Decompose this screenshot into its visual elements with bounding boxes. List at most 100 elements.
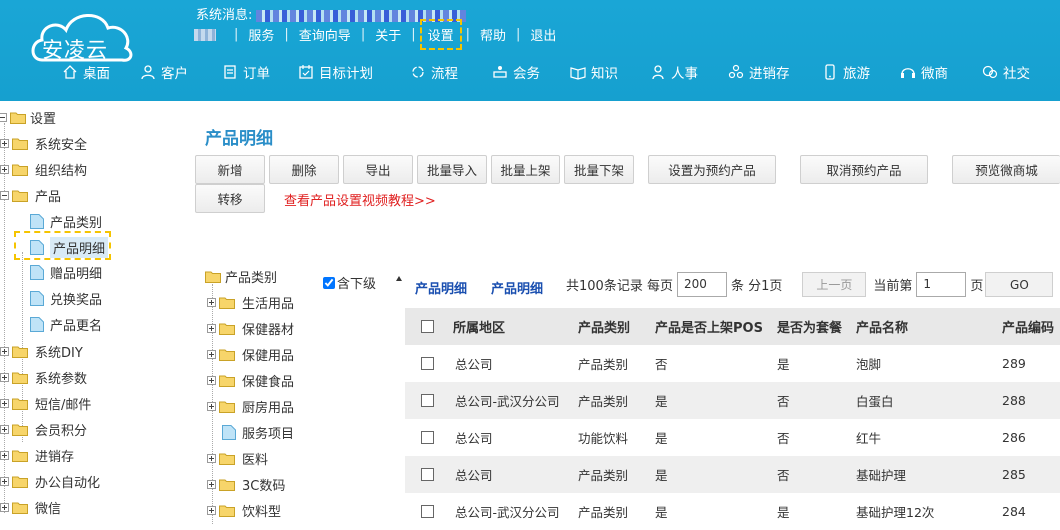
tree-item-system-security[interactable]: 系统安全	[0, 134, 87, 153]
table-row[interactable]: 总公司 功能饮料 是 否 红牛 286	[405, 419, 1060, 456]
table-row[interactable]: 总公司-武汉分公司 产品类别 是 是 基础护理12次 284	[405, 493, 1060, 530]
table-row[interactable]: 总公司 产品类别 是 否 基础护理 285	[405, 456, 1060, 493]
delete-button[interactable]: 删除	[269, 155, 339, 184]
nav-travel[interactable]: 旅游	[822, 62, 870, 82]
nav-target-plan[interactable]: 目标计划	[298, 62, 373, 82]
tree-item-system-diy[interactable]: 系统DIY	[0, 342, 83, 361]
cancel-reservation-button[interactable]: 取消预约产品	[800, 155, 928, 184]
tree-label: 短信/邮件	[35, 398, 92, 413]
pager-pages-text: 条 分1页	[730, 279, 783, 294]
nav-customer[interactable]: 客户	[140, 62, 188, 82]
category-root[interactable]: 产品类别	[205, 267, 277, 286]
crumb-product-detail-2[interactable]: 产品明细	[491, 278, 543, 297]
cell-is-package: 是	[777, 357, 790, 372]
tree-root-settings[interactable]: 设置	[0, 108, 56, 127]
tree-item-redeem-prize[interactable]: 兑换奖品	[30, 289, 102, 308]
row-checkbox[interactable]	[421, 468, 434, 481]
row-checkbox[interactable]	[421, 394, 434, 407]
column-header[interactable]: 是否为套餐	[777, 317, 842, 336]
go-button[interactable]: GO	[985, 272, 1054, 297]
folder-icon	[12, 449, 28, 462]
column-header[interactable]: 产品编码	[1002, 317, 1054, 336]
link-logout[interactable]: 退出	[530, 25, 556, 44]
export-button[interactable]: 导出	[343, 155, 413, 184]
page-number-input[interactable]: 1	[916, 272, 967, 297]
cell-product-code: 284	[1002, 504, 1026, 519]
nav-knowledge[interactable]: 知识	[570, 62, 618, 82]
tree-label: 产品类别	[50, 216, 103, 231]
tree-item-system-params[interactable]: 系统参数	[0, 368, 87, 387]
table-header: 所属地区 产品类别 产品是否上架POS 是否为套餐 产品名称 产品编码	[405, 308, 1060, 345]
link-service[interactable]: 服务	[248, 25, 274, 44]
preview-shop-button[interactable]: 预览微商城	[952, 155, 1060, 184]
tree-label: 3C数码	[242, 479, 286, 494]
link-about[interactable]: 关于	[375, 25, 401, 44]
tree-item-product[interactable]: 产品	[0, 186, 61, 205]
tree-label: 兑换奖品	[50, 293, 103, 308]
link-query-wizard[interactable]: 查询向导	[299, 25, 351, 44]
nav-desktop[interactable]: 桌面	[62, 62, 110, 82]
category-item-beverage[interactable]: 饮料型	[207, 501, 281, 520]
crumb-product-detail-1[interactable]: 产品明细	[415, 278, 467, 297]
nav-inventory[interactable]: 进销存	[728, 62, 790, 82]
column-header[interactable]: 产品名称	[856, 317, 908, 336]
per-page-input[interactable]: 200	[676, 272, 727, 297]
transfer-button[interactable]: 转移	[195, 184, 265, 213]
category-item-kitchen[interactable]: 厨房用品	[207, 397, 294, 416]
collapse-icon	[0, 191, 9, 200]
nav-order[interactable]: 订单	[222, 62, 270, 82]
category-item-services[interactable]: 服务项目	[222, 423, 294, 442]
row-checkbox[interactable]	[421, 357, 434, 370]
row-checkbox[interactable]	[421, 505, 434, 518]
category-item-medical[interactable]: 医料	[207, 449, 268, 468]
cell-on-pos: 是	[655, 394, 668, 409]
tree-item-wechat[interactable]: 微信	[0, 498, 61, 517]
link-help[interactable]: 帮助	[480, 25, 506, 44]
pager-total-text: 共100条记录 每页	[566, 279, 673, 294]
table-row[interactable]: 总公司 产品类别 否 是 泡脚 289	[405, 345, 1060, 382]
tree-item-gift-detail[interactable]: 赠品明细	[30, 263, 102, 282]
tree-item-product-category[interactable]: 产品类别	[30, 212, 102, 231]
expand-icon	[0, 451, 9, 460]
row-checkbox[interactable]	[421, 431, 434, 444]
add-button[interactable]: 新增	[195, 155, 265, 184]
column-header[interactable]: 所属地区	[453, 317, 505, 336]
cell-region: 总公司-武汉分公司	[455, 394, 560, 409]
link-settings[interactable]: 设置	[419, 19, 462, 50]
batch-off-shelf-button[interactable]: 批量下架	[564, 155, 634, 184]
nav-wechat-shop[interactable]: 微商	[900, 62, 948, 82]
cell-product-name: 白蛋白	[856, 394, 894, 409]
tree-item-sms-mail[interactable]: 短信/邮件	[0, 394, 91, 413]
include-subcategory-checkbox[interactable]: 含下级	[323, 273, 376, 292]
tree-item-product-rename[interactable]: 产品更名	[30, 315, 102, 334]
category-item-3c-digital[interactable]: 3C数码	[207, 475, 285, 494]
category-item-daily-goods[interactable]: 生活用品	[207, 293, 294, 312]
set-reservation-button[interactable]: 设置为预约产品	[648, 155, 776, 184]
column-header[interactable]: 产品是否上架POS	[655, 317, 763, 336]
include-subcategory-input[interactable]	[323, 276, 335, 289]
select-all-checkbox[interactable]	[421, 320, 434, 333]
category-item-health-food[interactable]: 保健食品	[207, 371, 294, 390]
batch-on-shelf-button[interactable]: 批量上架	[491, 155, 560, 184]
top-links: | 服务 | 查询向导 | 关于 | 设置 | 帮助 | 退出	[190, 19, 556, 50]
nav-social[interactable]: 社交	[982, 62, 1030, 82]
category-item-health-equipment[interactable]: 保健器材	[207, 319, 294, 338]
table-row[interactable]: 总公司-武汉分公司 产品类别 是 否 白蛋白 288	[405, 382, 1060, 419]
column-header[interactable]: 产品类别	[578, 317, 630, 336]
category-item-health-supplies[interactable]: 保健用品	[207, 345, 294, 364]
target-plan-icon	[298, 64, 314, 80]
tree-item-office-automation[interactable]: 办公自动化	[0, 472, 100, 491]
nav-meeting[interactable]: 会务	[492, 62, 540, 82]
folder-icon	[12, 371, 28, 384]
tree-item-inventory[interactable]: 进销存	[0, 446, 74, 465]
prev-page-button[interactable]: 上一页	[802, 272, 867, 297]
tree-item-member-points[interactable]: 会员积分	[0, 420, 87, 439]
tree-item-org-structure[interactable]: 组织结构	[0, 160, 87, 179]
nav-process[interactable]: 流程	[410, 62, 458, 82]
batch-import-button[interactable]: 批量导入	[417, 155, 487, 184]
tutorial-link[interactable]: 查看产品设置视频教程>>	[284, 190, 436, 209]
app-logo[interactable]: 安凌云	[28, 6, 140, 64]
nav-hr[interactable]: 人事	[650, 62, 698, 82]
customer-icon	[140, 64, 156, 80]
tree-label: 设置	[30, 112, 57, 127]
